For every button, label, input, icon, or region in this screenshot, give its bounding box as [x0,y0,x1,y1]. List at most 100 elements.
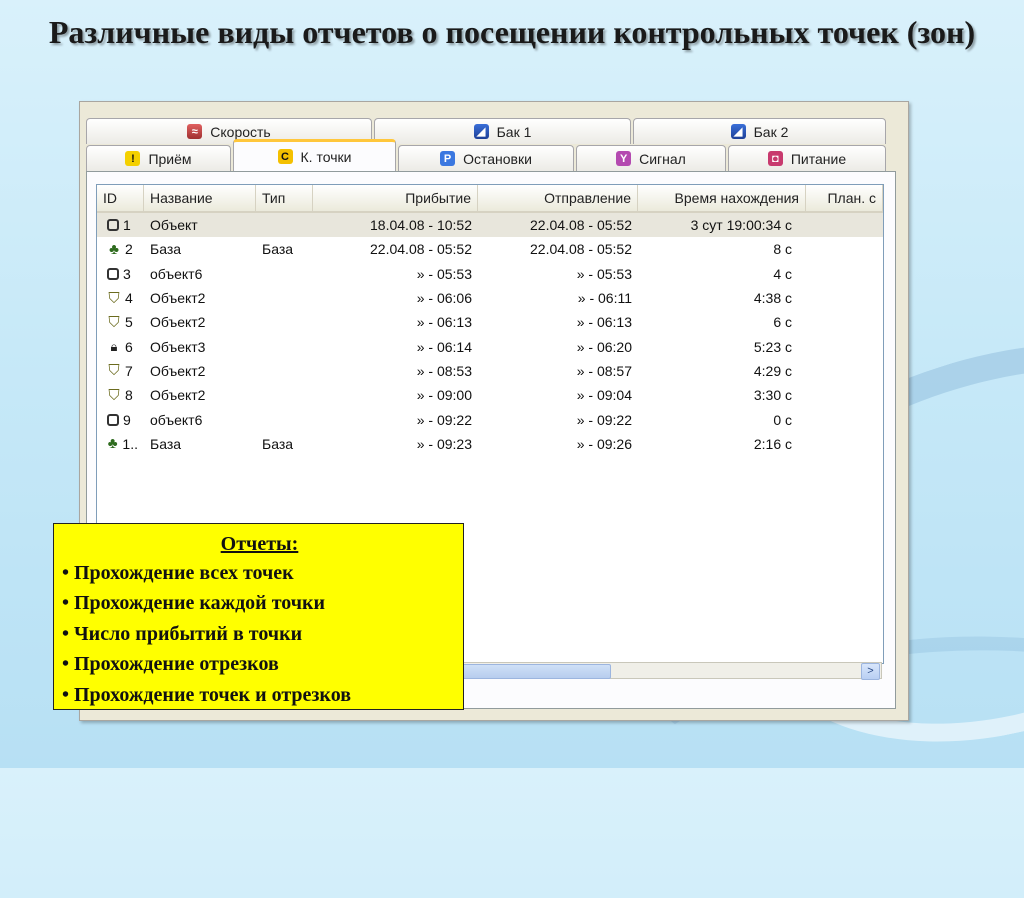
cell-departure: » - 09:26 [576,435,632,452]
callout-heading: Отчеты: [220,533,299,555]
cell-id: 4 [125,290,133,307]
cell-id: 1 [123,217,131,234]
tree-icon: ♣ [109,241,119,258]
cell-id: 8 [125,387,133,404]
tab-signal[interactable]: Y Сигнал [576,145,726,171]
cell-name: Объект2 [150,387,206,404]
tab-power[interactable]: ◘ Питание [728,145,886,171]
parking-icon: P [440,151,456,166]
cell-arrival: » - 09:00 [416,387,472,404]
tank-icon: ◢ [730,124,746,139]
callout-item: • Число прибытий в точки [62,622,303,645]
cell-id: 5 [125,314,133,331]
cell-type: База [262,435,294,452]
tank-icon: ◢ [473,124,489,139]
tab-label: Скорость [210,123,271,140]
cell-name: Объект [150,217,198,234]
square-icon [107,267,119,280]
cell-name: Объект2 [150,314,206,331]
tab-checkpoints[interactable]: C К. точки [233,139,396,171]
column-header-id[interactable]: ID [97,185,144,211]
cell-arrival: » - 06:14 [416,338,472,355]
cell-arrival: » - 09:23 [416,435,472,452]
cell-arrival: » - 06:13 [416,314,472,331]
scroll-right-icon[interactable]: > [861,663,880,680]
table-row[interactable]: ♣ 2 База База 22.04.08 - 05:52 22.04.08 -… [97,237,883,261]
column-header-name[interactable]: Название [144,185,256,211]
tab-row-top: ≈ Скорость ◢ Бак 1 ◢ Бак 2 [86,118,888,144]
cell-arrival: 22.04.08 - 05:52 [370,241,472,258]
table-row[interactable]: ⛉ 5 Объект2 » - 06:13 » - 06:13 6 с [97,310,883,334]
checkpoint-icon: C [277,149,293,164]
cell-duration: 4:38 с [753,290,792,307]
cell-id: 3 [123,265,131,282]
column-header-arrival[interactable]: Прибытие [313,185,478,211]
lock-icon: 🔒︎ [110,338,118,354]
cell-id: 7 [125,362,133,379]
cell-name: объект6 [150,411,203,428]
square-icon [107,219,119,232]
cell-arrival: » - 05:53 [416,265,472,282]
tab-label: Сигнал [639,150,686,167]
column-header-departure[interactable]: Отправление [478,185,638,211]
power-icon: ◘ [767,151,783,166]
cell-departure: » - 09:04 [576,387,632,404]
tab-row-bottom: ! Приём C К. точки P Остановки Y Сигнал … [86,139,888,171]
cell-duration: 4:29 с [753,362,792,379]
reports-callout: Отчеты: • Прохождение всех точек • Прохо… [53,523,464,710]
cell-duration: 3 сут 19:00:34 с [690,217,792,234]
cell-id: 2 [125,241,133,258]
cell-departure: » - 05:53 [576,265,632,282]
tab-label: Питание [790,150,847,167]
table-row[interactable]: 3 объект6 » - 05:53 » - 05:53 4 с [97,262,883,286]
column-header-type[interactable]: Тип [256,185,313,211]
cell-departure: 22.04.08 - 05:52 [530,217,632,234]
table-row[interactable]: 1 Объект 18.04.08 - 10:52 22.04.08 - 05:… [97,213,883,238]
table-row[interactable]: ⛉ 8 Объект2 » - 09:00 » - 09:04 3:30 с [97,383,883,407]
cell-departure: 22.04.08 - 05:52 [530,241,632,258]
signal-icon: Y [616,151,632,166]
tab-stops[interactable]: P Остановки [398,145,574,171]
cell-type: База [262,241,294,258]
cell-duration: 6 с [773,314,792,331]
table-header: ID Название Тип Прибытие Отправление Вре… [97,185,883,213]
cell-name: Объект2 [150,290,206,307]
table-row[interactable]: ♣ 1.. База База » - 09:23 » - 09:26 2:16 … [97,432,883,456]
cell-departure: » - 09:22 [576,411,632,428]
warning-icon: ! [125,151,141,166]
table-row[interactable]: 9 объект6 » - 09:22 » - 09:22 0 с [97,407,883,431]
table-row[interactable]: ⛉ 4 Объект2 » - 06:06 » - 06:11 4:38 с [97,286,883,310]
speed-icon: ≈ [187,124,203,139]
table-row[interactable]: 🔒︎ 6 Объект3 » - 06:14 » - 06:20 5:23 с [97,334,883,358]
shield-icon: ⛉ [108,290,120,307]
cell-name: База [150,435,182,452]
tab-tank-1[interactable]: ◢ Бак 1 [374,118,631,144]
cell-duration: 3:30 с [753,387,792,404]
cell-id: 6 [125,338,133,355]
cell-duration: 5:23 с [753,338,792,355]
cell-name: Объект2 [150,362,206,379]
column-header-duration[interactable]: Время нахождения [638,185,806,211]
shield-icon: ⛉ [108,314,120,331]
column-header-plan[interactable]: План. с [806,185,883,211]
cell-arrival: » - 09:22 [416,411,472,428]
callout-item: • Прохождение каждой точки [62,592,326,615]
shield-icon: ⛉ [108,362,120,379]
tab-label: Бак 2 [753,123,789,140]
cell-departure: » - 08:57 [576,362,632,379]
table-row[interactable]: ⛉ 7 Объект2 » - 08:53 » - 08:57 4:29 с [97,359,883,383]
cell-arrival: 18.04.08 - 10:52 [370,217,472,234]
slide-title: Различные виды отчетов о посещении контр… [48,14,976,50]
callout-item: • Прохождение всех точек [62,562,294,584]
tab-tank-2[interactable]: ◢ Бак 2 [633,118,886,144]
tab-label: Приём [148,150,192,167]
cell-id: 1.. [122,435,138,452]
tab-reception[interactable]: ! Приём [86,145,231,171]
cell-departure: » - 06:11 [577,290,632,307]
tab-label: Бак 1 [496,123,532,140]
cell-duration: 8 с [773,241,792,258]
shield-icon: ⛉ [108,387,120,404]
cell-departure: » - 06:13 [576,314,632,331]
cell-name: Объект3 [150,338,206,355]
callout-item: • Прохождение отрезков [62,653,279,676]
